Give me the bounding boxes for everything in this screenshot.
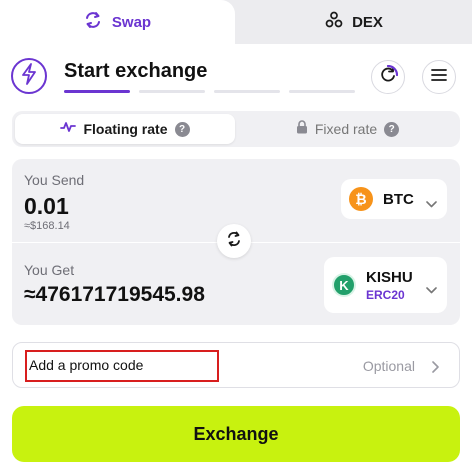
btc-icon: ₿ — [349, 187, 373, 211]
send-usd-value: ≈$168.14 — [24, 220, 70, 232]
refresh-button[interactable] — [371, 60, 405, 94]
exchange-panel: You Send 0.01 ≈$168.14 ₿ BTC You Get ≈47… — [12, 159, 460, 325]
page-title: Start exchange — [64, 60, 208, 82]
send-coin-code: BTC — [383, 190, 414, 208]
lightning-icon — [20, 62, 38, 90]
get-coin-info: KISHU ERC20 — [366, 269, 413, 302]
promo-optional-text: Optional — [362, 358, 415, 374]
help-icon[interactable]: ? — [174, 121, 190, 137]
progress-step-3 — [214, 90, 280, 93]
exchange-button[interactable]: Exchange — [12, 406, 460, 462]
floating-rate-option[interactable]: Floating rate ? — [15, 114, 235, 144]
promo-code-label: Add a promo code — [29, 357, 144, 373]
promo-code-row[interactable]: Add a promo code Optional — [12, 342, 460, 388]
chevron-down-icon — [426, 281, 437, 299]
rate-toggle: Floating rate ? Fixed rate ? — [12, 111, 460, 147]
get-coin-select[interactable]: K KISHU ERC20 — [324, 257, 447, 313]
swap-vertical-icon — [226, 231, 242, 252]
menu-button[interactable] — [422, 60, 456, 94]
lock-icon — [296, 119, 308, 139]
chevron-down-icon — [426, 195, 437, 213]
tab-dex-label: DEX — [352, 13, 383, 31]
refresh-icon — [378, 64, 399, 90]
fixed-rate-option[interactable]: Fixed rate ? — [238, 114, 457, 144]
floating-rate-label: Floating rate — [83, 121, 168, 137]
help-icon[interactable]: ? — [384, 121, 400, 137]
dex-nodes-icon — [325, 11, 343, 34]
swap-arrows-icon — [84, 11, 102, 34]
menu-icon — [431, 68, 447, 87]
mode-tabs: Swap DEX — [0, 0, 472, 44]
lightning-logo — [11, 58, 47, 94]
swap-direction-button[interactable] — [217, 224, 251, 258]
tab-swap[interactable]: Swap — [0, 0, 235, 44]
send-coin-select[interactable]: ₿ BTC — [341, 179, 447, 219]
kishu-icon: K — [332, 273, 356, 297]
get-label: You Get — [24, 262, 75, 278]
send-amount-input[interactable]: 0.01 — [24, 193, 69, 220]
tab-dex[interactable]: DEX — [236, 0, 472, 44]
exchange-button-label: Exchange — [193, 423, 279, 444]
chart-wave-icon — [60, 120, 77, 138]
chevron-right-icon — [432, 360, 439, 378]
get-coin-network: ERC20 — [366, 287, 405, 302]
get-coin-code: KISHU — [366, 268, 413, 286]
progress-step-1 — [64, 90, 130, 93]
progress-step-2 — [139, 90, 205, 93]
tab-swap-label: Swap — [111, 13, 152, 31]
progress-step-4 — [289, 90, 355, 93]
send-label: You Send — [24, 172, 85, 188]
get-amount: ≈476171719545.98 — [24, 283, 205, 306]
fixed-rate-label: Fixed rate — [314, 121, 378, 137]
